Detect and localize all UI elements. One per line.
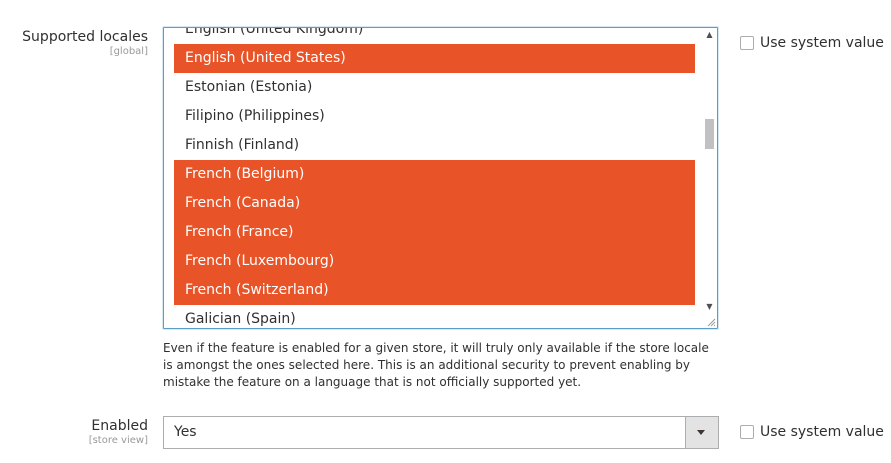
multiselect-scrollbar[interactable]: ▲ ▼ <box>702 28 717 328</box>
enabled-select-value: Yes <box>174 424 197 440</box>
locale-option[interactable]: Estonian (Estonia) <box>174 73 695 102</box>
enabled-select[interactable]: Yes <box>163 416 719 449</box>
locale-options-list: English (United Kingdom) English (United … <box>174 28 695 328</box>
locale-option[interactable]: English (United Kingdom) <box>174 28 695 44</box>
locale-option[interactable]: French (France) <box>174 218 695 247</box>
resize-grip-icon[interactable] <box>705 316 716 327</box>
locale-option[interactable]: Filipino (Philippines) <box>174 102 695 131</box>
enabled-scope: [store view] <box>88 435 148 446</box>
locale-option[interactable]: Finnish (Finland) <box>174 131 695 160</box>
enabled-use-system-value[interactable]: Use system value <box>740 424 884 440</box>
locale-option[interactable]: French (Luxembourg) <box>174 247 695 276</box>
locale-option[interactable]: French (Switzerland) <box>174 276 695 305</box>
locale-option[interactable]: Galician (Spain) <box>174 305 695 328</box>
locale-option[interactable]: French (Canada) <box>174 189 695 218</box>
enabled-label: Enabled [store view] <box>89 417 148 447</box>
locales-use-system-value-label: Use system value <box>760 35 884 51</box>
locale-option[interactable]: French (Belgium) <box>174 160 695 189</box>
scroll-up-arrow-icon[interactable]: ▲ <box>702 28 717 42</box>
enabled-select-toggle[interactable] <box>685 417 718 448</box>
locale-settings-form: Supported locales [global] English (Unit… <box>0 0 891 463</box>
locale-option[interactable]: English (United States) <box>174 44 695 73</box>
supported-locales-scope: [global] <box>109 46 148 57</box>
scroll-down-arrow-icon[interactable]: ▼ <box>702 300 717 314</box>
enabled-use-system-value-checkbox[interactable] <box>740 425 754 439</box>
supported-locales-label: Supported locales [global] <box>22 28 148 58</box>
locales-use-system-value[interactable]: Use system value <box>740 35 884 51</box>
locales-use-system-value-checkbox[interactable] <box>740 36 754 50</box>
supported-locales-note: Even if the feature is enabled for a giv… <box>163 341 709 389</box>
enabled-use-system-value-label: Use system value <box>760 424 884 440</box>
enabled-title: Enabled <box>91 418 148 434</box>
supported-locales-multiselect[interactable]: English (United Kingdom) English (United … <box>163 27 718 329</box>
scroll-thumb[interactable] <box>705 119 714 149</box>
supported-locales-title: Supported locales <box>22 29 148 45</box>
chevron-down-icon <box>697 430 705 435</box>
